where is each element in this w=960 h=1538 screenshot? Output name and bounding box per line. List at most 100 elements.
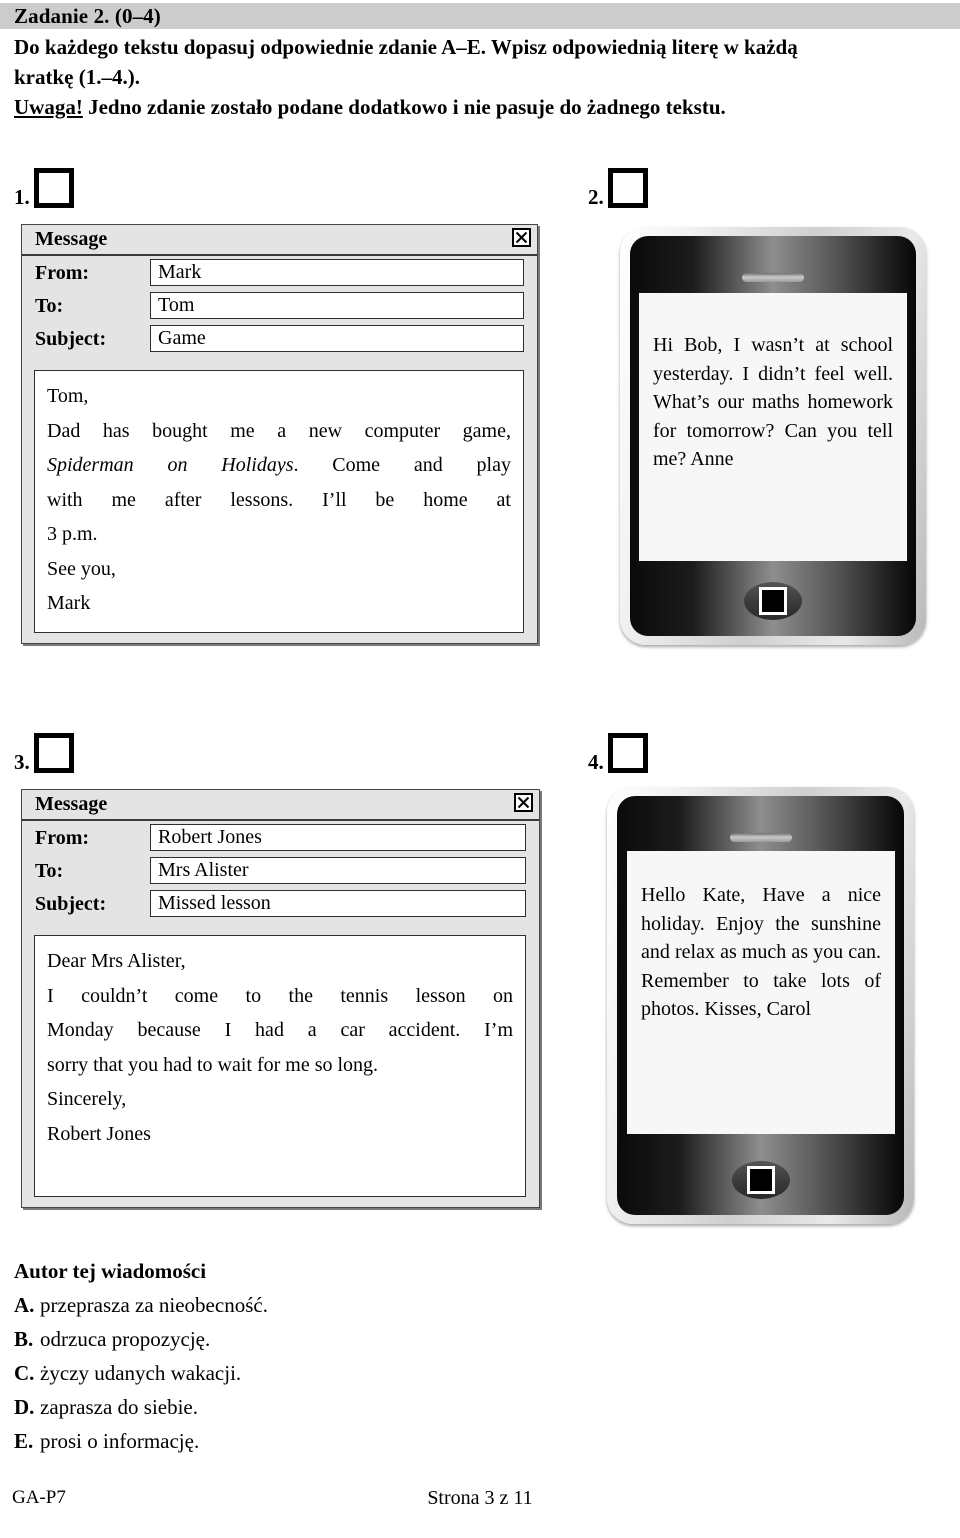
item-2-number-group: 2. [588, 168, 648, 208]
message-1-subject-label: Subject: [35, 328, 107, 350]
phone-device-2: Hi Bob, I wasn’t at school yesterday. I … [620, 227, 926, 645]
answer-options-list: Autor tej wiadomości A. przeprasza za nie… [14, 1254, 614, 1458]
phone-2-line: me? [653, 448, 687, 470]
message-3-body-line: sorry that you had to wait for me so lon… [47, 1053, 379, 1076]
home-button-square [759, 587, 787, 615]
home-button-icon[interactable] [731, 1161, 790, 1199]
phone-2-line: I wasn’t at school [733, 334, 894, 356]
answer-option-c[interactable]: C. życzy udanych wakacji. [14, 1356, 614, 1390]
phone-2-line: Anne [690, 448, 734, 470]
answer-option-a[interactable]: A. przeprasza za nieobecność. [14, 1288, 614, 1322]
message-1-body-line: Dad has bought me a new computer game, [47, 419, 511, 442]
phone-2-line: yesterday. I didn’t feel [653, 362, 845, 385]
answer-option-b[interactable]: B. odrzuca propozycję. [14, 1322, 614, 1356]
phone-4-line: relax as much as you [675, 941, 844, 963]
message-1-from-row: From: Mark [22, 259, 537, 290]
answer-box-4[interactable] [607, 733, 648, 773]
message-3-body-line: Sincerely, [47, 1088, 127, 1110]
phone-4-line: Kisses, [704, 998, 762, 1020]
footer-page-number: Strona 3 z 11 [427, 1487, 533, 1509]
phone-device-4: Hello Kate, Have a nice holiday. Enjoy t… [607, 787, 914, 1224]
message-3-from-value[interactable]: Robert Jones [150, 824, 526, 851]
message-1-body-line: Mark [47, 592, 91, 614]
answer-option-d-text: zaprasza do siebie. [40, 1395, 199, 1419]
message-3-to-row: To: Mrs Alister [22, 857, 539, 888]
item-1-number-group: 1. [14, 168, 74, 208]
phone-2-line: Hi Bob, [653, 334, 723, 356]
home-button-square [746, 1166, 775, 1194]
answer-option-d[interactable]: D. zaprasza do siebie. [14, 1390, 614, 1424]
message-1-body-line: Tom, [47, 385, 89, 407]
item-1-number: 1. [14, 185, 30, 209]
close-icon[interactable] [514, 793, 533, 812]
close-icon[interactable] [512, 228, 531, 247]
message-1-body-line: with me after lessons. I’ll be home at [47, 488, 511, 511]
home-button-icon[interactable] [744, 582, 802, 620]
answer-option-b-letter: B. [14, 1327, 34, 1351]
answer-box-3[interactable] [33, 733, 74, 773]
message-window-3: Message From: Robert Jones To: Mrs Alist… [21, 789, 540, 1208]
answer-option-d-letter: D. [14, 1395, 35, 1419]
speaker-icon [729, 833, 792, 842]
message-1-game-title: Spiderman on Holidays [47, 454, 294, 476]
answer-options-heading: Autor tej wiadomości [14, 1259, 207, 1283]
message-3-from-row: From: Robert Jones [22, 824, 539, 855]
message-3-body-line: Monday because I had a car accident. I’m [47, 1019, 513, 1041]
message-1-body-line: See you, [47, 557, 116, 580]
message-window-1: Message From: Mark To: Tom Subject: Game… [21, 224, 538, 644]
answer-option-c-letter: C. [14, 1361, 35, 1385]
item-3-number-group: 3. [14, 733, 74, 773]
answer-box-2[interactable] [607, 168, 648, 208]
message-window-3-titlebar: Message [22, 790, 539, 821]
answer-option-c-text: życzy udanych wakacji. [40, 1361, 242, 1385]
message-1-to-label: To: [35, 295, 64, 317]
phone-4-screen[interactable]: Hello Kate, Have a nice holiday. Enjoy t… [627, 851, 895, 1134]
phone-2-line: tomorrow? Can you tell [686, 419, 893, 442]
message-1-body-line: Spiderman on Holidays. Come and play [47, 454, 511, 476]
message-window-3-title: Message [35, 793, 108, 815]
message-window-1-title: Message [35, 228, 108, 250]
instruction-note: Uwaga! Jedno zdanie zostało podane dodat… [14, 92, 934, 122]
note-text: Jedno zdanie zostało podane dodatkowo i … [82, 95, 726, 119]
phone-2-message: Hi Bob, I wasn’t at school yesterday. I … [653, 331, 893, 474]
message-1-to-row: To: Tom [22, 292, 537, 323]
answer-option-a-letter: A. [14, 1293, 35, 1317]
instruction-line-2: kratkę (1.–4.). [14, 65, 140, 89]
item-4-number-group: 4. [588, 733, 648, 773]
message-3-body[interactable]: Dear Mrs Alister, I couldn’t come to the… [34, 935, 526, 1197]
message-1-from-value[interactable]: Mark [150, 259, 524, 286]
message-3-subject-row: Subject: Missed lesson [22, 890, 539, 921]
phone-4-bezel: Hello Kate, Have a nice holiday. Enjoy t… [617, 796, 904, 1215]
message-3-subject-value[interactable]: Missed lesson [150, 890, 526, 917]
phone-4-message: Hello Kate, Have a nice holiday. Enjoy t… [641, 881, 881, 1024]
message-1-body[interactable]: Tom, Dad has bought me a new computer ga… [34, 370, 524, 633]
phone-4-line: Hello Kate, [641, 884, 746, 906]
answer-box-1[interactable] [33, 168, 74, 208]
answer-option-e-text: prosi o informację. [40, 1429, 200, 1453]
phone-2-screen[interactable]: Hi Bob, I wasn’t at school yesterday. I … [639, 293, 907, 561]
message-1-body-line: 3 p.m. [47, 523, 98, 545]
message-3-to-value[interactable]: Mrs Alister [150, 857, 526, 884]
phone-2-bezel: Hi Bob, I wasn’t at school yesterday. I … [630, 236, 916, 636]
message-3-subject-label: Subject: [35, 893, 107, 915]
message-3-from-label: From: [35, 827, 90, 849]
message-window-1-titlebar: Message [22, 225, 537, 256]
message-1-from-label: From: [35, 262, 90, 284]
message-3-body-line: I couldn’t come to the tennis lesson on [47, 984, 513, 1007]
phone-4-line: Carol [766, 998, 812, 1020]
page-title: Zadanie 2. (0–4) [14, 4, 161, 28]
speaker-icon [742, 273, 804, 282]
answer-option-e-letter: E. [14, 1429, 34, 1453]
message-3-body-line: Robert Jones [47, 1122, 151, 1145]
note-label: Uwaga! [14, 95, 83, 119]
answer-option-a-text: przeprasza za nieobecność. [40, 1293, 268, 1317]
answer-option-b-text: odrzuca propozycję. [40, 1327, 211, 1351]
item-4-number: 4. [588, 750, 604, 774]
item-3-number: 3. [14, 750, 30, 774]
message-1-subject-value[interactable]: Game [150, 325, 524, 352]
message-3-to-label: To: [35, 860, 64, 882]
answer-option-e[interactable]: E. prosi o informację. [14, 1424, 614, 1458]
message-3-body-line: Dear Mrs Alister, [47, 950, 186, 972]
item-2-number: 2. [588, 185, 604, 209]
message-1-to-value[interactable]: Tom [150, 292, 524, 319]
